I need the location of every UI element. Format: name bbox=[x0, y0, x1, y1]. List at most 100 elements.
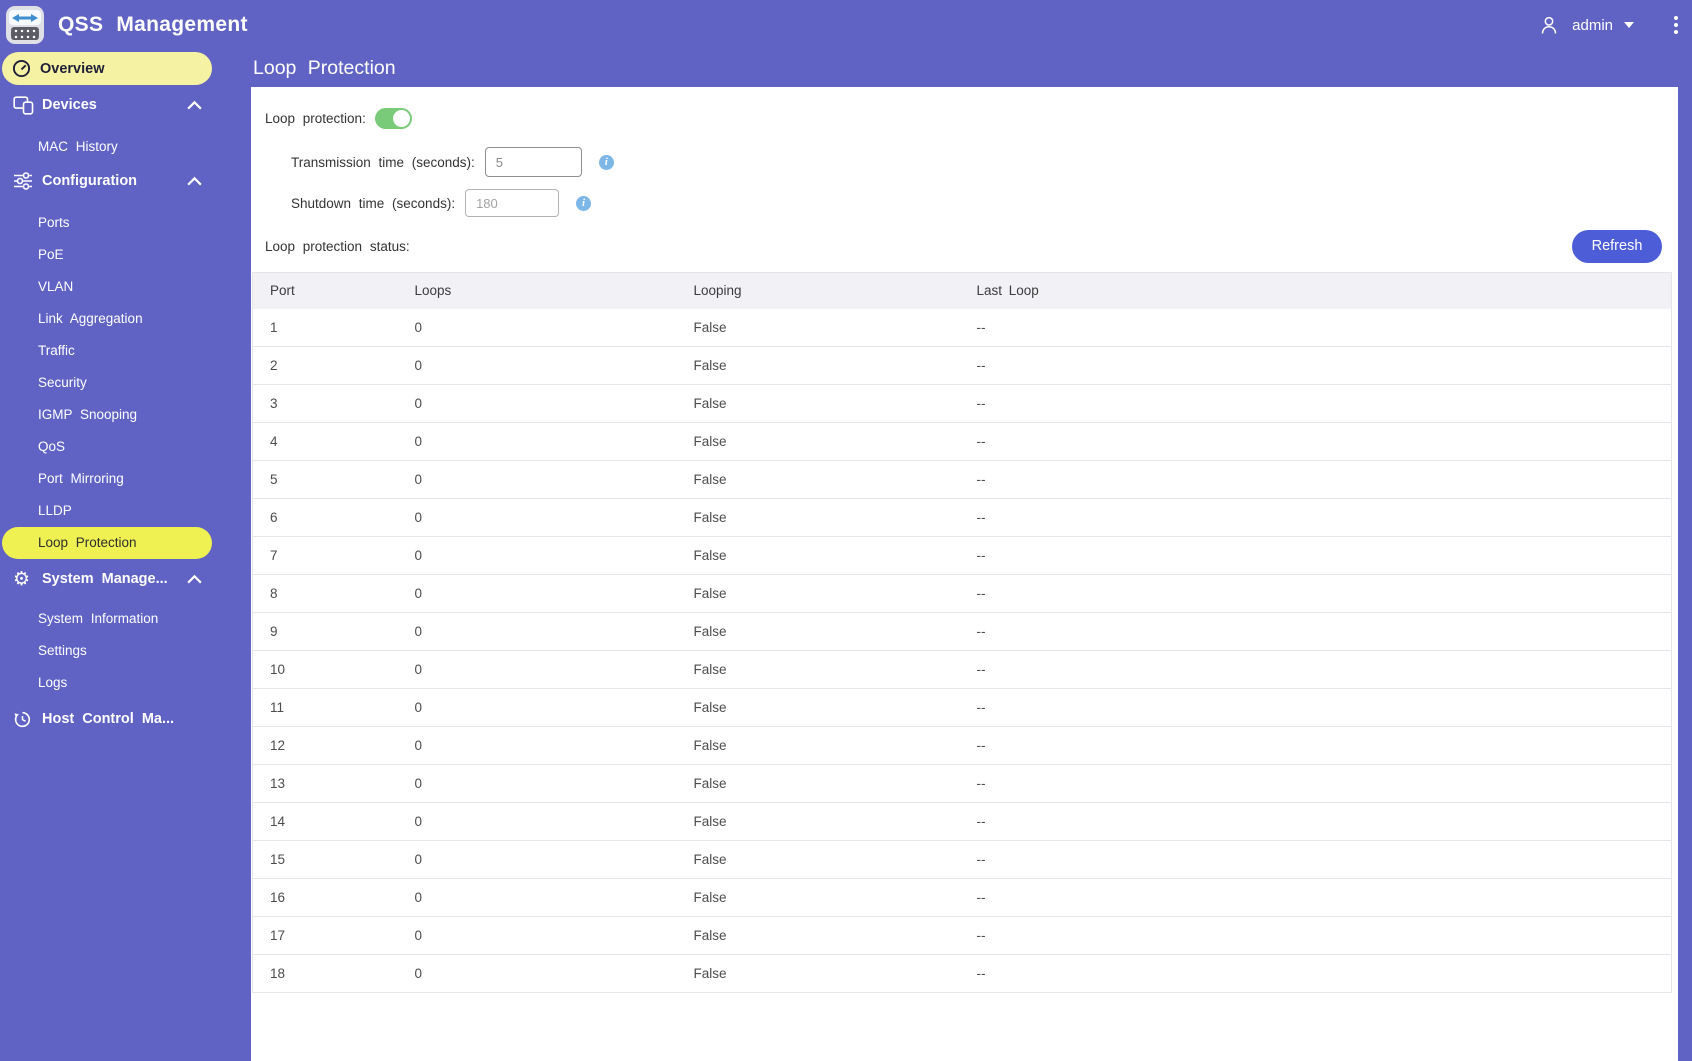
refresh-button[interactable]: Refresh bbox=[1572, 229, 1662, 263]
sidebar-item-port-mirroring[interactable]: Port Mirroring bbox=[0, 463, 251, 495]
more-options-menu-icon[interactable] bbox=[1674, 16, 1678, 34]
cell-last-loop: -- bbox=[959, 916, 1672, 955]
table-row: 13 0 False -- bbox=[252, 764, 1672, 803]
column-header-looping: Looping bbox=[676, 272, 960, 309]
cell-looping: False bbox=[676, 460, 960, 499]
table-row: 14 0 False -- bbox=[252, 802, 1672, 841]
history-restore-icon bbox=[13, 709, 35, 729]
cell-port: 13 bbox=[252, 764, 398, 803]
cell-looping: False bbox=[676, 802, 960, 841]
sidebar-section-devices[interactable]: Devices bbox=[0, 89, 251, 121]
cell-port: 6 bbox=[252, 498, 398, 537]
cell-looping: False bbox=[676, 536, 960, 575]
chevron-up-icon[interactable] bbox=[186, 176, 203, 187]
sidebar-section-label: System Manage... bbox=[42, 571, 168, 587]
cell-loops: 0 bbox=[397, 650, 677, 689]
cell-port: 4 bbox=[252, 422, 398, 461]
app-logo-switch-icon bbox=[6, 6, 44, 44]
column-header-port: Port bbox=[252, 272, 398, 309]
cell-looping: False bbox=[676, 422, 960, 461]
table-row: 17 0 False -- bbox=[252, 916, 1672, 955]
sidebar-item-logs[interactable]: Logs bbox=[0, 667, 251, 699]
top-header-bar: QSS Management admin bbox=[0, 0, 1692, 50]
system-children-list: System Information Settings Logs bbox=[0, 603, 251, 699]
toggle-knob bbox=[392, 109, 410, 127]
cell-looping: False bbox=[676, 612, 960, 651]
cell-port: 7 bbox=[252, 536, 398, 575]
sidebar-item-ports[interactable]: Ports bbox=[0, 207, 251, 239]
content-panel: Loop protection: Transmission time (seco… bbox=[251, 87, 1678, 1061]
sidebar-item-loop-protection[interactable]: Loop Protection bbox=[2, 527, 212, 559]
info-icon[interactable]: i bbox=[598, 154, 614, 170]
transmission-time-input[interactable] bbox=[484, 147, 582, 177]
chevron-up-icon[interactable] bbox=[186, 574, 203, 585]
sidebar-item-settings[interactable]: Settings bbox=[0, 635, 251, 667]
cell-looping: False bbox=[676, 764, 960, 803]
table-row: 11 0 False -- bbox=[252, 688, 1672, 727]
cell-looping: False bbox=[676, 916, 960, 955]
cell-loops: 0 bbox=[397, 536, 677, 575]
sidebar-item-qos[interactable]: QoS bbox=[0, 431, 251, 463]
cell-last-loop: -- bbox=[959, 688, 1672, 727]
loop-protection-toggle[interactable] bbox=[374, 107, 412, 129]
cell-looping: False bbox=[676, 498, 960, 537]
cell-last-loop: -- bbox=[959, 346, 1672, 385]
cell-last-loop: -- bbox=[959, 802, 1672, 841]
cell-port: 5 bbox=[252, 460, 398, 499]
sidebar-item-lldp[interactable]: LLDP bbox=[0, 495, 251, 527]
configuration-children-list: Ports PoE VLAN Link Aggregation Traffic Secur… bbox=[0, 207, 251, 559]
cell-port: 12 bbox=[252, 726, 398, 765]
gear-icon: ⚙ bbox=[13, 567, 31, 590]
cell-loops: 0 bbox=[397, 726, 677, 765]
cell-port: 14 bbox=[252, 802, 398, 841]
cell-last-loop: -- bbox=[959, 878, 1672, 917]
sidebar-item-security[interactable]: Security bbox=[0, 367, 251, 399]
cell-port: 15 bbox=[252, 840, 398, 879]
sidebar-item-label: Overview bbox=[40, 60, 105, 77]
cell-port: 2 bbox=[252, 346, 398, 385]
sidebar-nav: Overview Devices MAC History Configurati… bbox=[0, 50, 251, 1061]
shutdown-time-input[interactable] bbox=[465, 189, 560, 217]
cell-port: 1 bbox=[252, 308, 398, 347]
cell-port: 16 bbox=[252, 878, 398, 917]
sidebar-item-vlan[interactable]: VLAN bbox=[0, 271, 251, 303]
sidebar-item-overview[interactable]: Overview bbox=[2, 52, 212, 85]
sidebar-item-mac-history[interactable]: MAC History bbox=[0, 131, 251, 163]
table-row: 6 0 False -- bbox=[252, 498, 1672, 537]
cell-port: 9 bbox=[252, 612, 398, 651]
sidebar-item-igmp-snooping[interactable]: IGMP Snooping bbox=[0, 399, 251, 431]
page-title: Loop Protection bbox=[253, 57, 396, 79]
app-title: QSS Management bbox=[58, 13, 248, 36]
info-icon[interactable]: i bbox=[576, 195, 592, 211]
logo-ports-grid bbox=[11, 27, 39, 40]
sidebar-item-traffic[interactable]: Traffic bbox=[0, 335, 251, 367]
cell-port: 18 bbox=[252, 954, 398, 993]
loop-protection-label: Loop protection: bbox=[265, 110, 366, 126]
cell-port: 11 bbox=[252, 688, 398, 727]
sidebar-item-system-information[interactable]: System Information bbox=[0, 603, 251, 635]
status-table-body: 1 0 False -- 2 0 False -- 3 0 False -- 4 0 False -- 5 0 Fa… bbox=[252, 308, 1672, 993]
cell-last-loop: -- bbox=[959, 460, 1672, 499]
table-row: 15 0 False -- bbox=[252, 840, 1672, 879]
gauge-icon bbox=[12, 59, 31, 78]
user-name[interactable]: admin bbox=[1572, 17, 1613, 34]
chevron-up-icon[interactable] bbox=[186, 100, 203, 111]
cell-loops: 0 bbox=[397, 460, 677, 499]
cell-loops: 0 bbox=[397, 384, 677, 423]
cell-last-loop: -- bbox=[959, 536, 1672, 575]
table-row: 8 0 False -- bbox=[252, 574, 1672, 613]
cell-looping: False bbox=[676, 688, 960, 727]
cell-loops: 0 bbox=[397, 840, 677, 879]
sidebar-item-poe[interactable]: PoE bbox=[0, 239, 251, 271]
table-row: 5 0 False -- bbox=[252, 460, 1672, 499]
sidebar-section-configuration[interactable]: Configuration bbox=[0, 165, 251, 197]
sidebar-section-label: Devices bbox=[42, 97, 97, 113]
sidebar-section-host-control[interactable]: Host Control Ma... bbox=[0, 703, 251, 735]
devices-icon bbox=[13, 95, 35, 115]
table-row: 3 0 False -- bbox=[252, 384, 1672, 423]
sidebar-section-system-management[interactable]: ⚙ System Manage... bbox=[0, 563, 251, 595]
user-menu-caret-icon[interactable] bbox=[1624, 22, 1634, 28]
cell-loops: 0 bbox=[397, 498, 677, 537]
sidebar-item-link-aggregation[interactable]: Link Aggregation bbox=[0, 303, 251, 335]
table-row: 10 0 False -- bbox=[252, 650, 1672, 689]
